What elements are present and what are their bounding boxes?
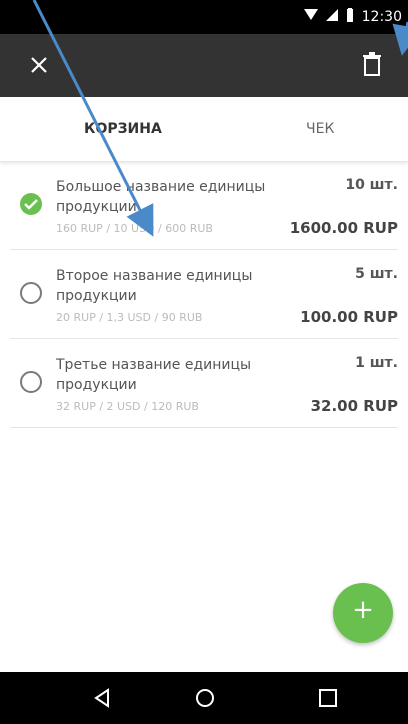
- item-prices: 20 RUP / 1,3 USD / 90 RUB: [56, 311, 203, 324]
- item-quantity: 1 шт.: [355, 355, 398, 371]
- signal-icon: [325, 9, 338, 25]
- unchecked-circle-icon[interactable]: [20, 282, 42, 304]
- item-total: 32.00 RUP: [310, 397, 398, 415]
- battery-icon: [346, 8, 354, 26]
- item-title: Большое название единицы продукции: [56, 179, 266, 215]
- item-total: 100.00 RUP: [300, 308, 398, 326]
- wifi-icon: [303, 9, 318, 25]
- item-quantity: 10 шт.: [345, 177, 398, 193]
- status-bar: 12:30: [0, 0, 408, 34]
- navigation-bar: [0, 672, 408, 724]
- clock-time: 12:30: [361, 9, 402, 25]
- toolbar: [0, 34, 408, 97]
- item-prices: 32 RUP / 2 USD / 120 RUB: [56, 400, 199, 413]
- item-title: Третье название единицы продукции: [56, 357, 252, 393]
- checked-icon[interactable]: [20, 193, 42, 215]
- close-icon[interactable]: [28, 54, 50, 76]
- unchecked-circle-icon[interactable]: [20, 371, 42, 393]
- plus-icon: +: [352, 595, 374, 625]
- home-icon[interactable]: [193, 686, 217, 710]
- item-title: Второе название единицы продукции: [56, 268, 253, 304]
- tab-bar: КОРЗИНА ЧЕК: [0, 97, 408, 162]
- trash-icon[interactable]: [362, 52, 382, 76]
- list-item[interactable]: Большое название единицы продукции 160 R…: [10, 161, 398, 250]
- item-prices: 160 RUP / 10 USD / 600 RUB: [56, 222, 213, 235]
- item-total: 1600.00 RUP: [289, 219, 398, 237]
- recents-icon[interactable]: [316, 686, 340, 710]
- list-item[interactable]: Третье название единицы продукции 32 RUP…: [10, 339, 398, 428]
- status-icons: 12:30: [303, 8, 402, 26]
- back-icon[interactable]: [90, 686, 114, 710]
- tab-cart[interactable]: КОРЗИНА: [84, 121, 162, 137]
- cart-list: Большое название единицы продукции 160 R…: [0, 161, 408, 428]
- add-button[interactable]: +: [333, 583, 393, 643]
- item-quantity: 5 шт.: [355, 266, 398, 282]
- list-item[interactable]: Второе название единицы продукции 20 RUP…: [10, 250, 398, 339]
- tab-receipt[interactable]: ЧЕК: [306, 121, 334, 137]
